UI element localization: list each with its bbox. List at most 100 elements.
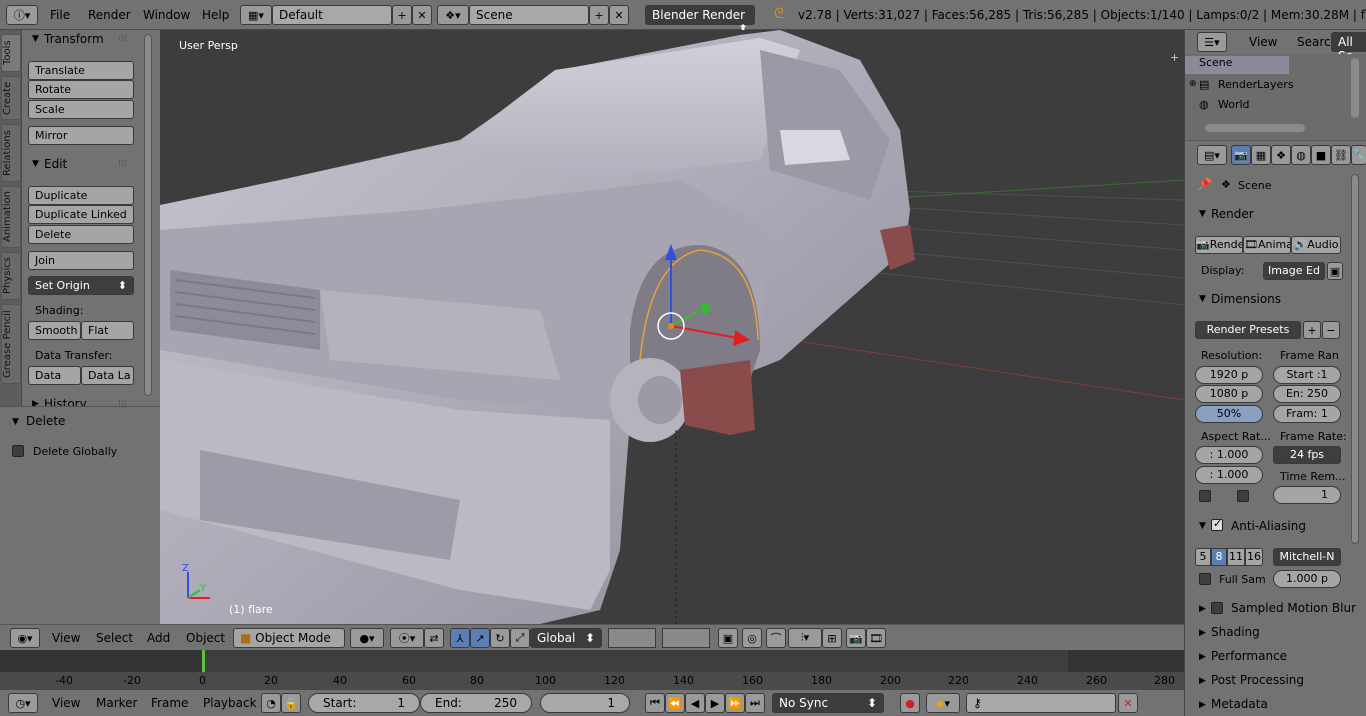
current-frame-marker[interactable] [202,650,205,672]
frame-start-field[interactable]: Start :1 [1273,366,1341,384]
menu-file[interactable]: File [50,8,70,22]
screen-layout-icon[interactable]: ▦▾ [240,5,272,25]
animation-button[interactable]: 🎞Anima [1243,236,1291,254]
expand-icon[interactable]: ⊕ [1189,79,1197,89]
keying-set-field[interactable]: ⚷ [966,693,1116,713]
join-button[interactable]: Join [28,251,134,270]
keying-icon[interactable]: ◆ ▾ [926,693,960,713]
aa-samples-8[interactable]: 8 [1211,548,1227,566]
play-icon[interactable]: ▶ [705,693,725,713]
set-origin-select[interactable]: Set Origin ⬍ [28,276,134,295]
menu-view[interactable]: View [1249,35,1277,49]
outliner-hscrollbar[interactable] [1205,124,1305,132]
render-engine-select[interactable]: Blender Render ⬍ [645,5,755,36]
add-scene-icon[interactable]: + [589,5,609,25]
scale-manipulator-icon[interactable]: ⤢ [510,628,530,648]
triangle-down-icon[interactable]: ▼ [1199,294,1206,304]
toolshelf-scrollbar[interactable] [144,34,152,396]
preview-range-icon[interactable]: ◔ [261,693,281,713]
snap-target-icon[interactable]: ⊞ [822,628,842,648]
jump-end-icon[interactable]: ⏭ [745,693,765,713]
duplicate-button[interactable]: Duplicate [28,186,134,205]
triangle-down-icon[interactable]: ▼ [1199,209,1206,219]
dimensions-panel-title[interactable]: Dimensions [1211,292,1281,306]
pivot-point-icon[interactable]: ⦿▾ [390,628,424,648]
frame-end-field[interactable]: En: 250 [1273,385,1341,403]
menu-marker[interactable]: Marker [96,696,137,710]
manipulator-toggle-icon[interactable]: ⇄ [424,628,444,648]
triangle-right-icon[interactable]: ▶ [1199,652,1206,662]
frame-rate-select[interactable]: 24 fps [1273,446,1341,464]
panel-edit-title[interactable]: Edit [44,157,67,171]
full-sample-label[interactable]: Full Sam [1219,573,1266,586]
menu-object[interactable]: Object [186,631,225,645]
editor-type-outliner-icon[interactable]: ☰▾ [1197,32,1227,52]
render-layers-tab-icon[interactable]: ▦ [1251,145,1271,165]
lock-icon[interactable]: ▣ [1327,262,1343,280]
menu-select[interactable]: Select [96,631,133,645]
scene-field[interactable]: Scene [469,5,589,25]
render-tab-icon[interactable]: 📷 [1231,145,1251,165]
delete-button[interactable]: Delete [28,225,134,244]
translate-manipulator-icon[interactable]: ↗ [470,628,490,648]
triangle-down-icon[interactable]: ▼ [32,34,39,44]
object-mode-select[interactable]: ■ Object Mode [233,628,345,648]
menu-view[interactable]: View [52,631,80,645]
object-tab-icon[interactable]: ■ [1311,145,1331,165]
play-reverse-icon[interactable]: ◀ [685,693,705,713]
mirror-button[interactable]: Mirror [28,126,134,145]
resolution-percentage-slider[interactable]: 50% [1195,405,1263,423]
editor-type-properties-icon[interactable]: ▤▾ [1197,145,1227,165]
display-select[interactable]: Image Ed [1263,262,1325,280]
triangle-right-icon[interactable]: ▶ [1199,700,1206,710]
smooth-button[interactable]: Smooth [28,321,81,340]
aspect-x-field[interactable]: : 1.000 [1195,446,1263,464]
sampled-motion-blur-title[interactable]: Sampled Motion Blur [1231,601,1356,615]
properties-scrollbar[interactable] [1351,174,1359,544]
add-layout-icon[interactable]: + [392,5,412,25]
remove-scene-icon[interactable]: ✕ [609,5,629,25]
menu-playback[interactable]: Playback [203,696,257,710]
rotate-button[interactable]: Rotate [28,80,134,99]
rotate-manipulator-icon[interactable]: ↻ [490,628,510,648]
menu-render[interactable]: Render [88,8,131,22]
add-preset-icon[interactable]: + [1303,321,1321,339]
outliner-row[interactable]: Scene [1185,56,1289,74]
scene-tab-icon[interactable]: ❖ [1271,145,1291,165]
grip-icon[interactable]: ⁞⁞⁞ [118,34,127,44]
anti-aliasing-panel-title[interactable]: Anti-Aliasing [1231,519,1306,533]
triangle-down-icon[interactable]: ▼ [32,159,39,169]
screen-layout-field[interactable]: Default [272,5,392,25]
outliner-vscrollbar[interactable] [1351,58,1359,118]
start-frame-field[interactable]: Start: 1 [308,693,420,713]
world-tab-icon[interactable]: ◍ [1291,145,1311,165]
record-icon[interactable]: ● [900,693,920,713]
tab-relations[interactable]: Relations [1,124,21,182]
sampled-motion-blur-checkbox[interactable] [1211,602,1223,614]
data-layout-button[interactable]: Data La [81,366,134,385]
menu-frame[interactable]: Frame [151,696,188,710]
tab-tools[interactable]: Tools [1,34,21,72]
delete-globally-label[interactable]: Delete Globally [33,445,117,458]
remove-layout-icon[interactable]: ✕ [412,5,432,25]
constraints-tab-icon[interactable]: ⛓ [1331,145,1351,165]
outliner-item-renderlayers[interactable]: RenderLayers [1218,78,1294,91]
duplicate-linked-button[interactable]: Duplicate Linked [28,205,134,224]
triangle-right-icon[interactable]: ▶ [1199,628,1206,638]
filter-size-field[interactable]: 1.000 p [1273,570,1341,588]
tab-create[interactable]: Create [1,76,21,120]
proportional-edit-icon[interactable]: ◎ [742,628,762,648]
manipulator-icon[interactable]: ⅄ [450,628,470,648]
delete-globally-checkbox[interactable] [12,445,24,457]
triangle-down-icon[interactable]: ▼ [12,417,19,427]
aa-samples-5[interactable]: 5 [1195,548,1211,566]
triangle-right-icon[interactable]: ▶ [1199,676,1206,686]
editor-type-info-icon[interactable]: ⓘ▾ [6,5,38,25]
snap-icon[interactable]: ⌒ [766,628,786,648]
full-sample-checkbox[interactable] [1199,573,1211,585]
post-processing-panel-title[interactable]: Post Processing [1211,673,1304,687]
aa-samples-11[interactable]: 11 [1227,548,1245,566]
plus-icon[interactable]: + [1170,51,1179,64]
layer-buttons-1[interactable] [608,628,656,648]
resolution-y-field[interactable]: 1080 p [1195,385,1263,403]
